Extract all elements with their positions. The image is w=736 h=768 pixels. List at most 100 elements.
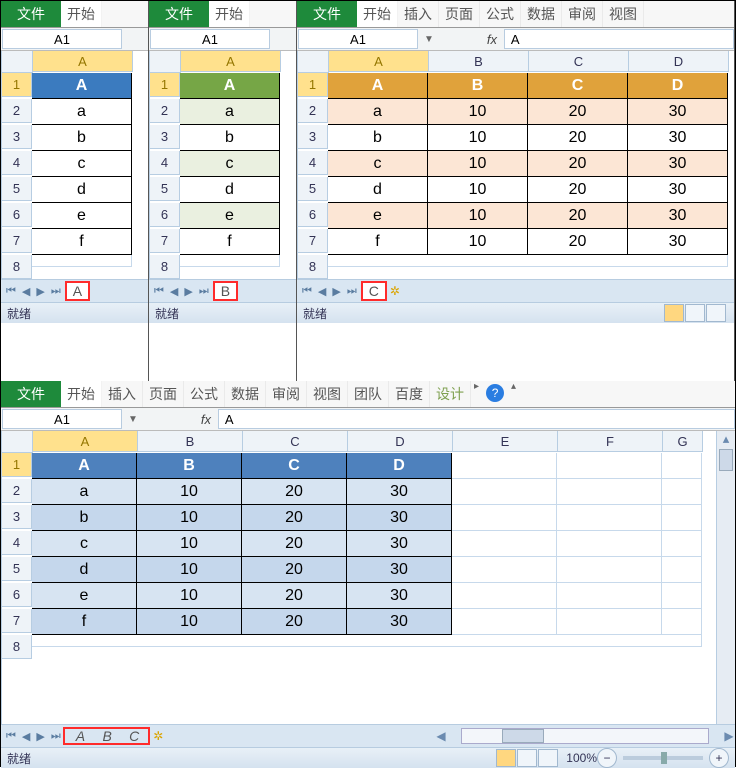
row-header[interactable]: 6 xyxy=(2,583,32,607)
row-header[interactable]: 4 xyxy=(150,151,180,175)
cell[interactable]: d xyxy=(180,177,280,203)
cell[interactable] xyxy=(557,479,662,505)
col-header[interactable]: D xyxy=(348,431,453,452)
cell[interactable]: 30 xyxy=(347,531,452,557)
cell[interactable] xyxy=(662,453,702,479)
tab-data[interactable]: 数据 xyxy=(225,381,266,407)
prev-sheet-button[interactable]: ◀ xyxy=(19,285,33,298)
cell[interactable]: 10 xyxy=(137,557,242,583)
zoom-in-button[interactable]: + xyxy=(709,748,729,768)
cell[interactable]: 10 xyxy=(428,99,528,125)
sheet-tab-c[interactable]: C xyxy=(123,728,145,744)
row-header[interactable]: 5 xyxy=(298,177,328,201)
cell[interactable]: 30 xyxy=(628,99,728,125)
name-box[interactable]: A1 xyxy=(298,29,418,49)
cell[interactable]: 20 xyxy=(242,505,347,531)
cell[interactable]: c xyxy=(32,151,132,177)
tab-home[interactable]: 开始 xyxy=(357,1,398,27)
row-header[interactable]: 6 xyxy=(2,203,32,227)
first-sheet-button[interactable]: ⏮ xyxy=(3,730,19,743)
cell[interactable] xyxy=(452,583,557,609)
col-header[interactable]: D xyxy=(629,51,729,72)
cell[interactable]: 30 xyxy=(628,125,728,151)
cell[interactable]: a xyxy=(32,99,132,125)
last-sheet-button[interactable]: ⏭ xyxy=(48,730,64,743)
row-header[interactable]: 6 xyxy=(298,203,328,227)
fx-button[interactable]: fx xyxy=(194,412,218,427)
formula-input[interactable]: A xyxy=(218,409,735,429)
select-all[interactable] xyxy=(298,51,329,73)
select-all[interactable] xyxy=(150,51,181,73)
tab-view[interactable]: 视图 xyxy=(603,1,644,27)
row-header[interactable]: 2 xyxy=(2,479,32,503)
row-header[interactable]: 7 xyxy=(298,229,328,253)
cell[interactable]: 30 xyxy=(347,557,452,583)
cell[interactable] xyxy=(452,609,557,635)
cell[interactable] xyxy=(662,479,702,505)
name-box-dropdown[interactable]: ▼ xyxy=(418,34,440,45)
cell[interactable]: 10 xyxy=(137,479,242,505)
view-normal-button[interactable] xyxy=(496,749,516,767)
cell[interactable]: A xyxy=(328,73,428,99)
sheet-tab-a[interactable]: A xyxy=(70,728,91,744)
file-tab[interactable]: 文件 xyxy=(1,1,61,27)
row-header[interactable]: 8 xyxy=(298,255,328,279)
next-sheet-button[interactable]: ▶ xyxy=(181,285,195,298)
zoom-slider[interactable] xyxy=(623,756,703,760)
first-sheet-button[interactable]: ⏮ xyxy=(299,285,315,298)
view-page-button[interactable] xyxy=(685,304,705,322)
col-header-a[interactable]: A xyxy=(181,51,281,72)
cell[interactable]: D xyxy=(628,73,728,99)
cell[interactable]: B xyxy=(137,453,242,479)
vertical-scrollbar[interactable]: ▴ xyxy=(716,431,735,724)
cell[interactable] xyxy=(557,583,662,609)
cell[interactable] xyxy=(180,255,280,267)
cell[interactable]: 20 xyxy=(242,557,347,583)
col-header-a[interactable]: A xyxy=(33,51,133,72)
cell[interactable]: c xyxy=(328,151,428,177)
cell[interactable]: A xyxy=(32,453,137,479)
row-header[interactable]: 3 xyxy=(2,505,32,529)
cell[interactable]: b xyxy=(32,125,132,151)
formula-input[interactable]: A xyxy=(504,29,734,49)
view-page-button[interactable] xyxy=(517,749,537,767)
cell[interactable]: c xyxy=(180,151,280,177)
cell[interactable]: b xyxy=(328,125,428,151)
cell[interactable]: e xyxy=(328,203,428,229)
name-box[interactable]: A1 xyxy=(2,409,122,429)
row-header[interactable]: 7 xyxy=(150,229,180,253)
cell[interactable]: f xyxy=(32,609,137,635)
cell[interactable]: 10 xyxy=(428,203,528,229)
col-header[interactable]: A xyxy=(329,51,429,72)
cell[interactable]: e xyxy=(32,583,137,609)
cell[interactable]: a xyxy=(328,99,428,125)
cell[interactable]: f xyxy=(328,229,428,255)
select-all[interactable] xyxy=(2,431,33,453)
new-sheet-icon[interactable]: ✲ xyxy=(390,284,400,298)
tab-review[interactable]: 审阅 xyxy=(562,1,603,27)
cell[interactable]: 20 xyxy=(528,125,628,151)
row-header[interactable]: 1 xyxy=(2,453,32,477)
cell[interactable]: e xyxy=(32,203,132,229)
cell[interactable]: D xyxy=(347,453,452,479)
row-header[interactable]: 5 xyxy=(2,177,32,201)
row-header[interactable]: 5 xyxy=(2,557,32,581)
row-header[interactable]: 2 xyxy=(150,99,180,123)
tab-formula[interactable]: 公式 xyxy=(480,1,521,27)
name-box[interactable]: A1 xyxy=(2,29,122,49)
cell[interactable]: 30 xyxy=(628,203,728,229)
cell[interactable]: 20 xyxy=(528,151,628,177)
cell[interactable]: 20 xyxy=(528,177,628,203)
view-normal-button[interactable] xyxy=(664,304,684,322)
cell[interactable]: C xyxy=(242,453,347,479)
prev-sheet-button[interactable]: ◀ xyxy=(315,285,329,298)
col-header[interactable]: B xyxy=(429,51,529,72)
cell[interactable]: 30 xyxy=(347,479,452,505)
tab-view[interactable]: 视图 xyxy=(307,381,348,407)
col-header[interactable]: E xyxy=(453,431,558,452)
col-header[interactable]: C xyxy=(529,51,629,72)
last-sheet-button[interactable]: ⏭ xyxy=(344,285,360,298)
prev-sheet-button[interactable]: ◀ xyxy=(19,730,33,743)
row-header[interactable]: 1 xyxy=(298,73,328,97)
cell[interactable] xyxy=(557,609,662,635)
